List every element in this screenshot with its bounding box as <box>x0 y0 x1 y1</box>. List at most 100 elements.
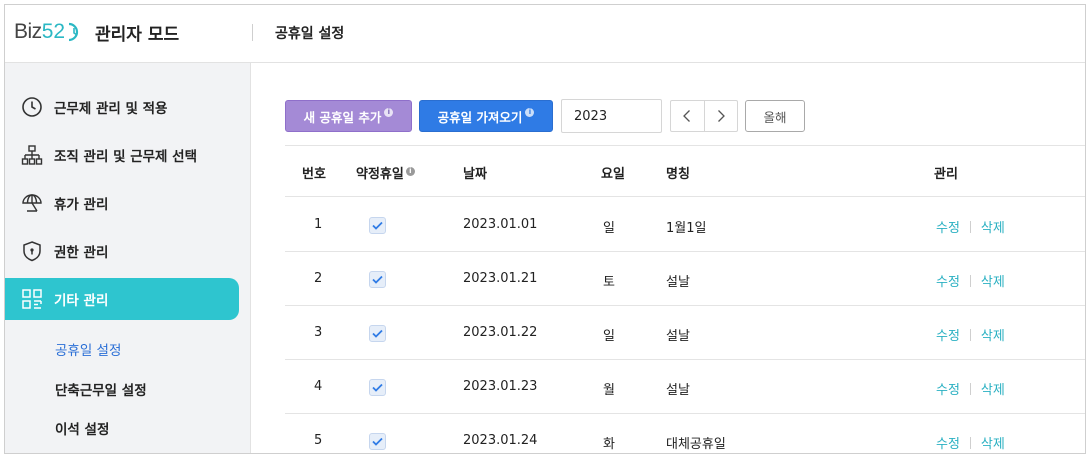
chevron-right-icon <box>717 110 725 122</box>
row-actions: 수정 삭제 <box>936 433 1005 452</box>
cell-no: 1 <box>314 217 323 232</box>
row-actions: 수정 삭제 <box>936 271 1005 290</box>
cell-no: 5 <box>314 433 323 448</box>
sidebar-sub-holiday-settings[interactable]: 공휴일 설정 <box>55 339 121 359</box>
action-divider <box>969 436 971 449</box>
edit-link[interactable]: 수정 <box>936 379 960 398</box>
chevron-left-icon <box>683 110 691 122</box>
header-divider <box>252 24 253 41</box>
sidebar-item-work-system[interactable]: 근무제 관리 및 적용 <box>5 86 239 128</box>
logo-swirl-icon <box>68 22 79 42</box>
cell-no: 2 <box>314 271 323 286</box>
page-title: 공휴일 설정 <box>275 26 345 42</box>
sidebar-item-organization[interactable]: 조직 관리 및 근무제 선택 <box>5 134 239 176</box>
logo-number: 52 <box>41 20 66 43</box>
table-row: 5 2023.01.24 화 대체공휴일 수정 삭제 <box>285 414 1085 453</box>
header-weekday: 요일 <box>601 167 625 182</box>
app-window: Biz 52 관리자 모드 공휴일 설정 근무제 관리 및 적용 조직 관리 및 … <box>4 4 1086 454</box>
cell-weekday: 화 <box>603 437 615 452</box>
edit-link[interactable]: 수정 <box>936 433 960 452</box>
table-row: 1 2023.01.01 일 1월1일 수정 삭제 <box>285 198 1085 252</box>
check-icon <box>372 221 383 230</box>
edit-link[interactable]: 수정 <box>936 217 960 236</box>
this-year-button[interactable]: 올해 <box>745 100 805 132</box>
cell-name: 설날 <box>666 329 690 344</box>
delete-link[interactable]: 삭제 <box>981 433 1005 452</box>
prev-year-button[interactable] <box>671 101 704 131</box>
cell-date: 2023.01.22 <box>463 325 538 340</box>
contract-holiday-checkbox[interactable] <box>369 379 386 396</box>
top-header: Biz 52 관리자 모드 공휴일 설정 <box>5 5 1085 63</box>
table-row: 4 2023.01.23 월 설날 수정 삭제 <box>285 360 1085 414</box>
sidebar-sub-short-work-settings[interactable]: 단축근무일 설정 <box>55 379 147 399</box>
check-icon <box>372 383 383 392</box>
sidebar-item-permission[interactable]: 권한 관리 <box>5 230 239 272</box>
delete-link[interactable]: 삭제 <box>981 217 1005 236</box>
header-date: 날짜 <box>463 167 487 182</box>
action-divider <box>969 328 971 341</box>
clock-icon <box>20 95 44 119</box>
cell-name: 대체공휴일 <box>666 437 726 452</box>
check-icon <box>372 275 383 284</box>
cell-no: 4 <box>314 379 323 394</box>
cell-date: 2023.01.24 <box>463 433 538 448</box>
header-contract-holiday: 약정휴일 i <box>356 163 415 182</box>
row-actions: 수정 삭제 <box>936 325 1005 344</box>
check-icon <box>372 329 383 338</box>
sidebar-sub-away-settings[interactable]: 이석 설정 <box>55 418 109 438</box>
delete-link[interactable]: 삭제 <box>981 379 1005 398</box>
sidebar-item-vacation[interactable]: 휴가 관리 <box>5 182 239 224</box>
cell-date: 2023.01.23 <box>463 379 538 394</box>
admin-mode-title: 관리자 모드 <box>95 25 180 45</box>
action-divider <box>969 382 971 395</box>
row-actions: 수정 삭제 <box>936 379 1005 398</box>
info-icon[interactable]: i <box>405 167 415 176</box>
action-divider <box>969 274 971 287</box>
sidebar-item-label: 조직 관리 및 근무제 선택 <box>54 149 197 165</box>
cell-weekday: 일 <box>603 329 615 344</box>
add-holiday-button[interactable]: 새 공휴일 추가 i <box>285 100 412 132</box>
info-icon[interactable]: i <box>384 107 394 117</box>
import-holidays-button[interactable]: 공휴일 가져오기 i <box>419 100 553 132</box>
import-holidays-label: 공휴일 가져오기 <box>437 109 523 125</box>
edit-link[interactable]: 수정 <box>936 271 960 290</box>
umbrella-icon <box>20 191 44 215</box>
sidebar-item-etc[interactable]: 기타 관리 <box>5 278 239 320</box>
delete-link[interactable]: 삭제 <box>981 325 1005 344</box>
cell-weekday: 월 <box>603 383 615 398</box>
sidebar-item-label: 휴가 관리 <box>54 197 109 213</box>
cell-date: 2023.01.21 <box>463 271 538 286</box>
contract-holiday-checkbox[interactable] <box>369 217 386 234</box>
header-no: 번호 <box>302 167 326 182</box>
edit-link[interactable]: 수정 <box>936 325 960 344</box>
biz52-logo[interactable]: Biz 52 <box>14 17 82 47</box>
sidebar-item-label: 권한 관리 <box>54 245 109 261</box>
next-year-button[interactable] <box>703 101 738 131</box>
cell-weekday: 일 <box>603 221 615 236</box>
row-actions: 수정 삭제 <box>936 217 1005 236</box>
year-input[interactable] <box>561 99 662 133</box>
cell-date: 2023.01.01 <box>463 217 538 232</box>
sidebar: 근무제 관리 및 적용 조직 관리 및 근무제 선택 휴가 관리 권한 관리 기… <box>5 63 251 453</box>
add-holiday-label: 새 공휴일 추가 <box>303 109 382 125</box>
sidebar-item-label: 근무제 관리 및 적용 <box>54 101 168 117</box>
header-manage: 관리 <box>934 167 958 182</box>
shield-icon <box>20 239 44 263</box>
sidebar-item-label: 기타 관리 <box>54 293 109 309</box>
cell-no: 3 <box>314 325 323 340</box>
main-content: 새 공휴일 추가i 공휴일 가져오기i 올해 번호 약정휴일i 날짜 요 <box>252 63 1085 453</box>
org-chart-icon <box>20 143 44 167</box>
contract-holiday-checkbox[interactable] <box>369 433 386 450</box>
delete-link[interactable]: 삭제 <box>981 271 1005 290</box>
cell-weekday: 토 <box>603 275 615 290</box>
table-row: 2 2023.01.21 토 설날 수정 삭제 <box>285 252 1085 306</box>
header-name: 명칭 <box>666 167 690 182</box>
logo-text: Biz <box>14 20 42 43</box>
check-icon <box>372 437 383 446</box>
header-contract-label: 약정휴일 <box>356 167 404 182</box>
contract-holiday-checkbox[interactable] <box>369 271 386 288</box>
cell-name: 1월1일 <box>666 221 707 236</box>
info-icon[interactable]: i <box>525 107 535 117</box>
contract-holiday-checkbox[interactable] <box>369 325 386 342</box>
table-header: 번호 약정휴일 i 날짜 요일 명칭 관리 <box>285 145 1085 197</box>
